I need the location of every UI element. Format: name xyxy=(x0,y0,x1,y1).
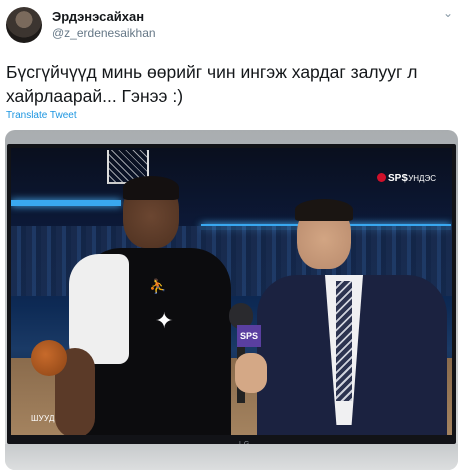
tv-frame: SPS | УНДЭС ⛹ ✦ SPS ШУУД xyxy=(7,144,456,448)
chevron-down-icon[interactable]: ⌄ xyxy=(443,6,453,20)
broadcaster-subtitle: | УНДЭС xyxy=(403,174,436,183)
tv-screen: SPS | УНДЭС ⛹ ✦ SPS ШУУД xyxy=(11,148,452,435)
reporter-figure: SPS xyxy=(229,199,452,435)
avatar[interactable] xyxy=(6,7,42,43)
jumpman-icon: ⛹ xyxy=(149,278,167,294)
display-name[interactable]: Эрдэнэсайхан xyxy=(52,9,144,24)
tweet-media-photo[interactable]: SPS | УНДЭС ⛹ ✦ SPS ШУУД xyxy=(5,130,458,470)
basketball xyxy=(31,340,67,376)
tv-stand-surface xyxy=(5,444,458,470)
live-caption: ШУУД xyxy=(31,414,55,423)
basketball-player-figure: ⛹ ✦ xyxy=(55,176,231,435)
user-handle[interactable]: @z_erdenesaikhan xyxy=(52,26,156,40)
tweet-text: Бүсгүйчүүд минь өөрийг чин ингэж хардаг … xyxy=(6,62,418,106)
translate-tweet-link[interactable]: Translate Tweet xyxy=(6,110,77,121)
star-logo-icon: ✦ xyxy=(155,308,174,333)
